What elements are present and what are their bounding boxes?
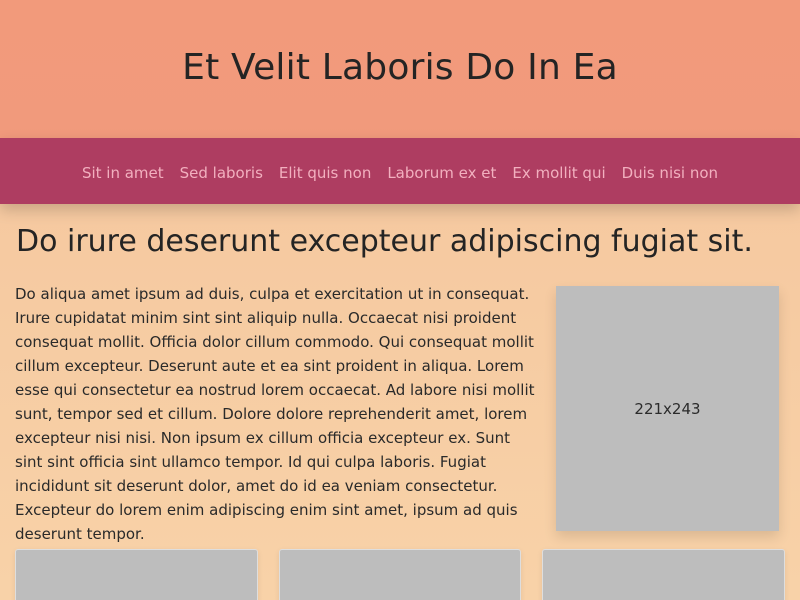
image-placeholder: 221x243 — [556, 286, 779, 531]
main-content: Do irure deserunt excepteur adipiscing f… — [0, 224, 800, 546]
site-title: Et Velit Laboris Do In Ea — [182, 46, 618, 88]
nav-link-duis-nisi-non[interactable]: Duis nisi non — [622, 164, 718, 182]
site-header: Et Velit Laboris Do In Ea — [0, 0, 800, 138]
top-navigation: Sit in amet Sed laboris Elit quis non La… — [0, 138, 800, 204]
image-placeholder-label: 221x243 — [634, 399, 701, 418]
nav-link-elit-quis-non[interactable]: Elit quis non — [279, 164, 371, 182]
card-placeholder-1 — [15, 549, 258, 600]
nav-link-sed-laboris[interactable]: Sed laboris — [180, 164, 263, 182]
nav-link-ex-mollit-qui[interactable]: Ex mollit qui — [512, 164, 605, 182]
page-heading: Do irure deserunt excepteur adipiscing f… — [16, 224, 753, 259]
cards-row — [15, 549, 786, 600]
body-paragraph: Do aliqua amet ipsum ad duis, culpa et e… — [15, 285, 535, 543]
card-placeholder-3 — [542, 549, 786, 600]
nav-link-sit-in-amet[interactable]: Sit in amet — [82, 164, 164, 182]
nav-links: Sit in amet Sed laboris Elit quis non La… — [82, 164, 718, 182]
nav-link-laborum-ex-et[interactable]: Laborum ex et — [387, 164, 496, 182]
content-row: Do aliqua amet ipsum ad duis, culpa et e… — [15, 282, 785, 546]
card-placeholder-2 — [278, 549, 522, 600]
